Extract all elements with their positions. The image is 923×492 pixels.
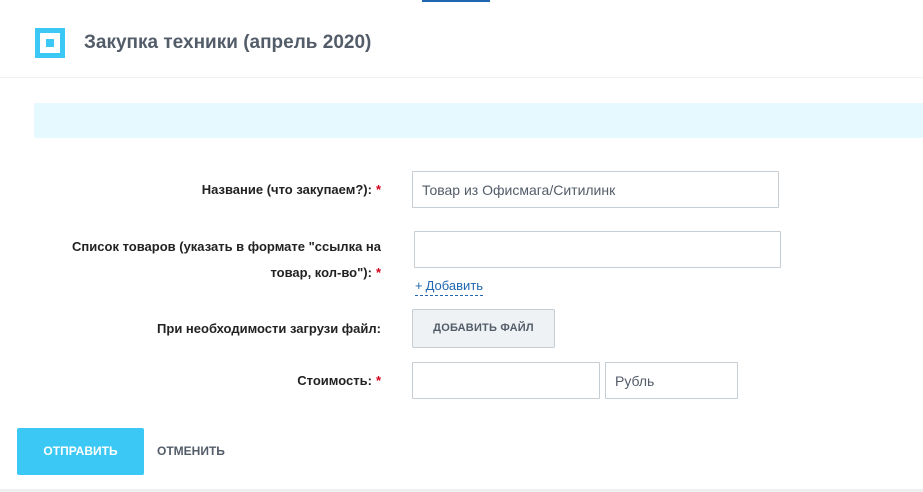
items-list-input[interactable] xyxy=(414,231,781,268)
page-header: Закупка техники (апрель 2020) xyxy=(0,0,923,78)
required-mark: * xyxy=(375,265,381,280)
add-file-button[interactable]: ДОБАВИТЬ ФАЙЛ xyxy=(412,309,555,348)
currency-select[interactable] xyxy=(605,362,738,399)
add-item-link[interactable]: + Добавить xyxy=(415,277,484,296)
cost-amount-input[interactable] xyxy=(412,362,600,399)
submit-button[interactable]: ОТПРАВИТЬ xyxy=(17,428,144,475)
items-field-label: Список товаров (указать в формате "ссылк… xyxy=(72,239,381,280)
name-field-label: Название (что закупаем?): * xyxy=(201,182,381,197)
page-title: Закупка техники (апрель 2020) xyxy=(84,32,372,53)
name-input[interactable] xyxy=(412,171,779,208)
app-logo-icon xyxy=(35,28,65,58)
add-plus-icon: + xyxy=(415,278,423,293)
cost-field-label: Стоимость: * xyxy=(297,373,381,388)
required-mark: * xyxy=(375,182,381,197)
cancel-button[interactable]: ОТМЕНИТЬ xyxy=(157,428,225,475)
required-mark: * xyxy=(375,373,381,388)
info-banner xyxy=(34,103,923,138)
file-field-label: При необходимости загрузи файл: xyxy=(157,321,381,336)
